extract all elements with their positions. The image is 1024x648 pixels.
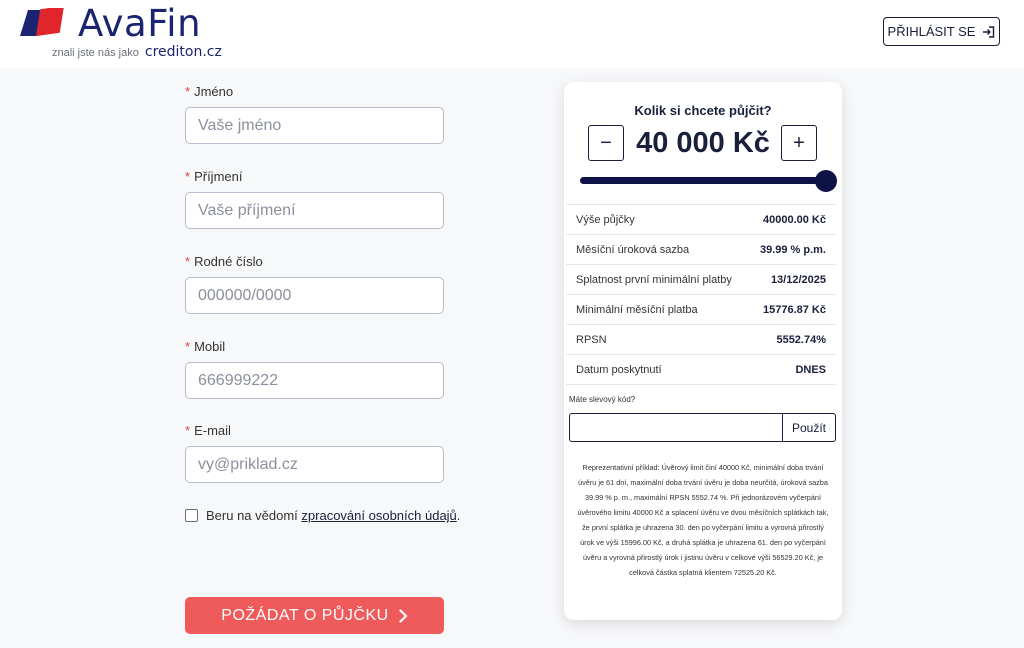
consent-row: Beru na vědomí zpracování osobních údajů… [185, 508, 460, 523]
loan-calculator-card: Kolik si chcete půjčit? − 40 000 Kč + Vý… [564, 82, 842, 620]
promo-code-label: Máte slevový kód? [569, 395, 636, 404]
request-loan-label: POŽÁDAT O PŮJČKU [221, 606, 389, 624]
info-label: Měsíční úroková sazba [576, 243, 690, 256]
info-row-rpsn: RPSN 5552.74% [566, 324, 836, 354]
required-mark: * [185, 339, 191, 354]
required-mark: * [185, 254, 191, 269]
increase-amount-button[interactable]: + [781, 125, 817, 161]
info-row-min-payment: Minimální měsíční platba 15776.87 Kč [566, 294, 836, 324]
loan-amount: 40 000 Kč [636, 127, 770, 159]
chevron-right-icon [399, 608, 407, 623]
info-label: Datum poskytnutí [576, 363, 662, 376]
info-row-provision-date: Datum poskytnutí DNES [566, 354, 836, 384]
logo-text: AvaFin [78, 2, 202, 45]
birth-number-label-text: Rodné číslo [194, 254, 263, 269]
first-name-label-text: Jméno [194, 84, 234, 99]
email-input[interactable] [185, 446, 444, 483]
info-value: 39.99 % p.m. [759, 243, 826, 256]
last-name-label: * Příjmení [185, 169, 242, 184]
logo-mark-icon [20, 8, 65, 37]
info-value: 15776.87 Kč [763, 303, 826, 316]
consent-checkbox[interactable] [185, 509, 198, 522]
info-label: Splatnost první minimální platby [576, 273, 732, 286]
birth-number-label: * Rodné číslo [185, 254, 263, 269]
request-loan-button[interactable]: POŽÁDAT O PŮJČKU [185, 597, 444, 634]
required-mark: * [185, 84, 191, 99]
amount-slider-thumb[interactable] [815, 170, 837, 192]
login-button[interactable]: PŘIHLÁSIT SE [883, 17, 1000, 46]
info-value: 13/12/2025 [770, 273, 826, 286]
sign-in-icon [983, 25, 995, 38]
consent-prefix: Beru na vědomí [206, 508, 298, 523]
first-name-input[interactable] [185, 107, 444, 144]
info-label: RPSN [576, 333, 607, 346]
required-mark: * [185, 423, 191, 438]
login-button-label: PŘIHLÁSIT SE [887, 24, 976, 39]
consent-text: Beru na vědomí zpracování osobních údajů… [206, 508, 460, 523]
email-label-text: E-mail [194, 423, 231, 438]
site-header: AvaFin znali jste nás jako crediton.cz P… [0, 0, 1024, 68]
info-value: DNES [795, 363, 826, 376]
divider [566, 384, 836, 385]
logo-subtitle: znali jste nás jako crediton.cz [52, 44, 222, 60]
avafin-logo[interactable]: AvaFin znali jste nás jako crediton.cz [20, 2, 230, 62]
mobile-label: * Mobil [185, 339, 225, 354]
apply-promo-button[interactable]: Použít [782, 413, 836, 442]
decrease-amount-button[interactable]: − [588, 125, 624, 161]
last-name-label-text: Příjmení [194, 169, 243, 184]
info-value: 5552.74% [776, 333, 826, 346]
last-name-input[interactable] [185, 192, 444, 229]
calculator-title: Kolik si chcete půjčit? [634, 103, 772, 118]
info-row-loan-amount: Výše půjčky 40000.00 Kč [566, 204, 836, 234]
representative-example: Reprezentativní příklad: Úvěrový limit č… [577, 463, 829, 577]
logo-subtitle-brand: crediton.cz [144, 44, 222, 60]
email-label: * E-mail [185, 423, 231, 438]
amount-slider-track[interactable] [580, 177, 824, 184]
first-name-label: * Jméno [185, 84, 233, 99]
mobile-input[interactable] [185, 362, 444, 399]
info-label: Výše půjčky [576, 213, 635, 226]
info-label: Minimální měsíční platba [576, 303, 698, 316]
info-value: 40000.00 Kč [763, 213, 826, 226]
mobile-label-text: Mobil [194, 339, 226, 354]
required-mark: * [185, 169, 191, 184]
privacy-link[interactable]: zpracování osobních údajů [301, 508, 456, 523]
promo-code-input[interactable] [569, 413, 784, 442]
logo-subtitle-text: znali jste nás jako [52, 47, 139, 59]
consent-suffix: . [456, 508, 461, 523]
birth-number-input[interactable] [185, 277, 444, 314]
info-row-first-payment-due: Splatnost první minimální platby 13/12/2… [566, 264, 836, 294]
info-row-interest-rate: Měsíční úroková sazba 39.99 % p.m. [566, 234, 836, 264]
